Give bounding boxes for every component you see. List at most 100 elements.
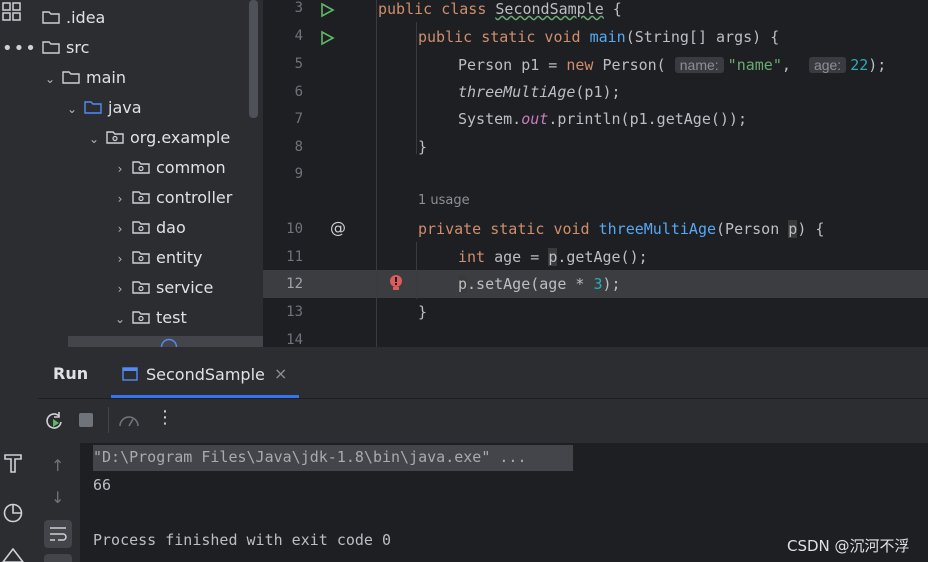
code-line: p.setAge(age * 3);: [458, 275, 621, 293]
tree-item-entity[interactable]: › entity: [112, 243, 203, 274]
annotation-at-icon[interactable]: @: [330, 218, 346, 237]
indent-guide: [416, 242, 417, 299]
tree-item-idea[interactable]: .idea: [38, 3, 105, 33]
chevron-right-icon[interactable]: ›: [112, 184, 128, 214]
watermark: CSDN @沉河不浮: [787, 537, 910, 555]
structure-icon[interactable]: [2, 2, 22, 22]
tree-item-label: service: [156, 278, 214, 297]
code-line: public static void main(String[] args) {: [418, 28, 780, 46]
tree-item-label: org.example: [130, 128, 231, 147]
tree-item-dao[interactable]: › dao: [112, 213, 186, 243]
program-output: 66: [93, 476, 112, 494]
tree-item-label: src: [66, 38, 90, 57]
exit-message: Process finished with exit code 0: [93, 531, 392, 549]
param-hint-age: age:: [808, 57, 847, 73]
line-number: 14: [286, 332, 303, 347]
problems-icon[interactable]: [2, 548, 24, 562]
run-icon[interactable]: [319, 2, 335, 18]
line-number: 8: [294, 139, 303, 155]
chevron-down-icon[interactable]: ⌄: [64, 94, 80, 124]
application-icon: [122, 367, 138, 381]
code-line: Person p1 = new Person( name: "name", age…: [458, 56, 887, 74]
tree-item-label: .idea: [66, 8, 106, 27]
tree-item-main[interactable]: ⌄ main: [42, 63, 126, 93]
tree-item-src[interactable]: src: [38, 33, 89, 63]
arrow-up-icon[interactable]: ↑: [51, 456, 64, 475]
chevron-right-icon[interactable]: ›: [112, 274, 128, 304]
soft-wrap-icon: [50, 527, 67, 541]
command-line[interactable]: "D:\Program Files\Java\jdk-1.8\bin\java.…: [93, 448, 526, 466]
line-number: 7: [294, 111, 303, 127]
tree-item-label: dao: [156, 218, 186, 237]
tree-item-service[interactable]: › service: [112, 273, 214, 304]
more-options-icon[interactable]: ⋮: [156, 409, 174, 427]
code-line: System.out.println(p1.getAge());: [458, 110, 747, 128]
tab-active-indicator: [111, 395, 299, 398]
line-number: 13: [286, 304, 303, 320]
tree-item-org-example[interactable]: ⌄ org.example: [86, 123, 230, 153]
indent-guide: [416, 22, 417, 154]
tree-item-label: entity: [156, 248, 203, 267]
package-icon: [132, 160, 150, 174]
tree-item-selected[interactable]: [68, 336, 263, 347]
source-folder-icon: [84, 100, 102, 114]
left-tool-stripe: •••: [0, 0, 39, 562]
project-scrollbar[interactable]: [249, 0, 258, 118]
folder-icon: [42, 10, 60, 24]
stop-icon[interactable]: [79, 413, 93, 427]
folder-icon: [62, 70, 80, 84]
more-tools-icon[interactable]: •••: [2, 38, 37, 59]
tree-item-java[interactable]: ⌄ java: [64, 93, 142, 123]
usage-hint[interactable]: 1 usage: [418, 193, 470, 208]
tree-item-label: controller: [156, 188, 233, 207]
performance-icon[interactable]: [118, 411, 140, 431]
chevron-down-icon[interactable]: ⌄: [112, 304, 128, 334]
package-icon: [132, 250, 150, 264]
tree-item-label: test: [156, 308, 187, 327]
profiler-icon[interactable]: [2, 502, 24, 524]
close-icon[interactable]: ×: [274, 364, 287, 383]
chevron-right-icon[interactable]: ›: [112, 154, 128, 184]
tree-item-controller[interactable]: › controller: [112, 183, 233, 214]
tree-item-label: main: [86, 68, 126, 87]
project-tree-panel: .idea src ⌄ main ⌄ java ⌄ org.example › comm…: [38, 0, 263, 347]
error-bulb-icon[interactable]: [388, 274, 404, 292]
line-number: 6: [294, 84, 303, 100]
line-number: 12: [286, 276, 303, 292]
tree-item-label: java: [108, 98, 142, 117]
class-icon: [160, 338, 178, 347]
package-icon: [132, 310, 150, 324]
tab-second-sample[interactable]: SecondSample ×: [111, 347, 299, 398]
chevron-down-icon[interactable]: ⌄: [86, 124, 102, 154]
chevron-right-icon[interactable]: ›: [112, 244, 128, 274]
code-line: public class SecondSample {: [378, 0, 622, 18]
code-line: private static void threeMultiAge(Person…: [418, 220, 825, 238]
tool-header-divider: [38, 398, 928, 399]
rerun-icon[interactable]: [44, 411, 64, 431]
code-line: int age = p.getAge();: [458, 248, 648, 266]
run-icon[interactable]: [319, 30, 335, 46]
indent-guide: [376, 0, 377, 347]
tree-item-test[interactable]: ⌄ test: [112, 303, 187, 333]
chevron-right-icon[interactable]: ›: [112, 214, 128, 244]
chevron-down-icon[interactable]: ⌄: [42, 64, 58, 94]
line-number: 4: [294, 28, 303, 44]
build-hammer-icon[interactable]: [2, 452, 24, 474]
tree-item-common[interactable]: › common: [112, 153, 226, 183]
package-icon: [132, 280, 150, 294]
tree-item-label: common: [156, 158, 226, 177]
scroll-to-end-toggle[interactable]: [44, 554, 72, 562]
code-editor[interactable]: 3 4 5 6 7 8 9 10 11 12 13 14 @ public cl…: [263, 0, 928, 347]
folder-icon: [42, 40, 60, 54]
package-icon: [132, 190, 150, 204]
code-line: }: [418, 138, 428, 156]
param-hint-name: name:: [674, 57, 724, 73]
console-output[interactable]: "D:\Program Files\Java\jdk-1.8\bin\java.…: [80, 443, 928, 562]
soft-wrap-toggle[interactable]: [44, 520, 72, 548]
code-line: }: [418, 303, 428, 321]
arrow-down-icon[interactable]: ↓: [51, 488, 64, 507]
toolbar-separator: [108, 407, 109, 433]
line-number: 9: [294, 166, 303, 182]
code-line: threeMultiAge(p1);: [458, 83, 621, 101]
line-number: 5: [294, 56, 303, 72]
